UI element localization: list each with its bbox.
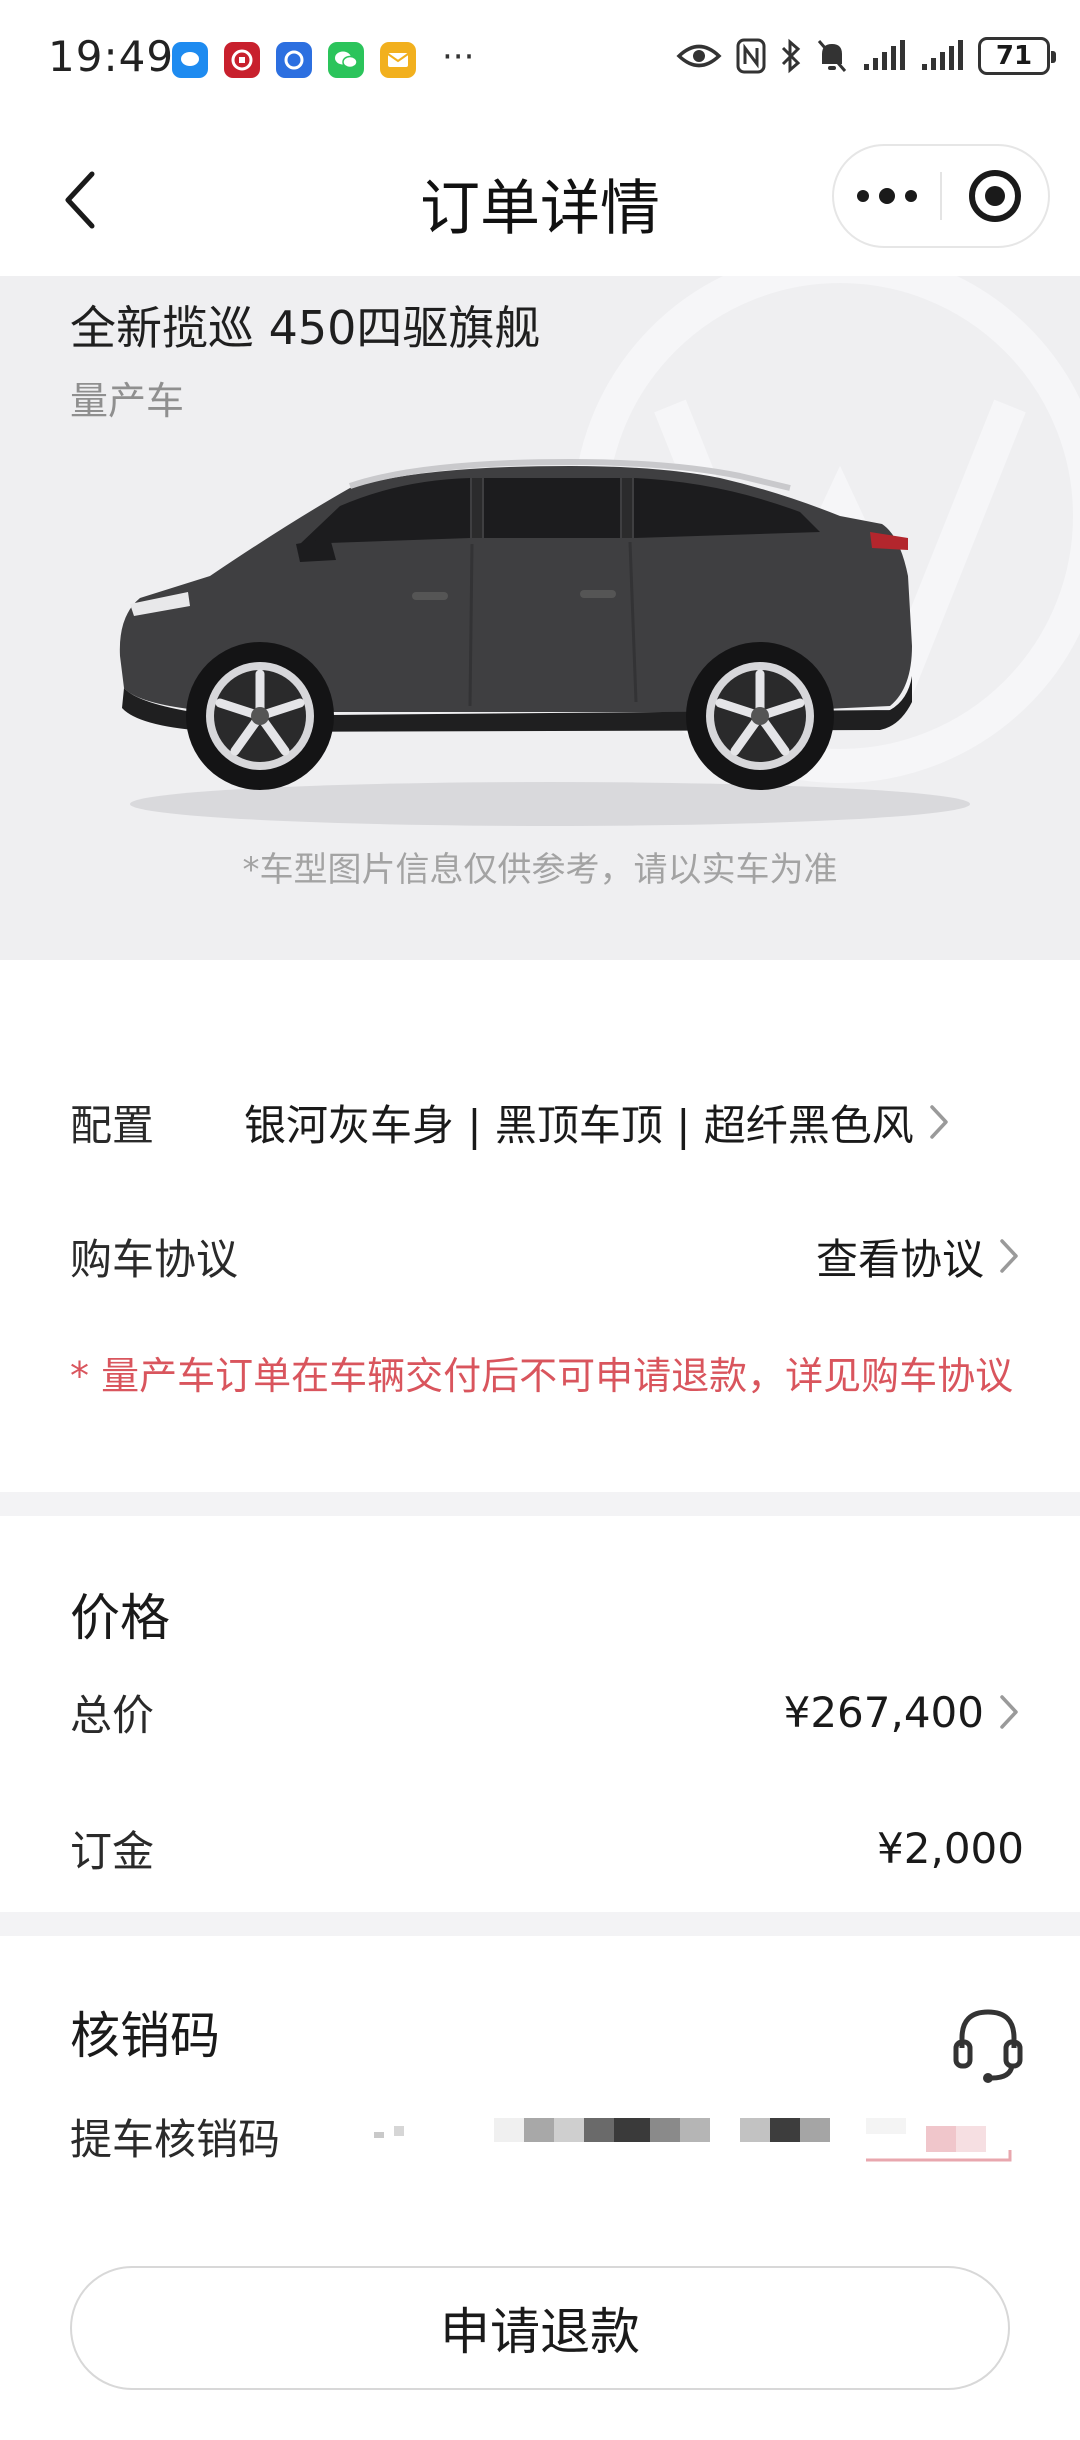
car-image <box>119 458 970 826</box>
chevron-right-icon <box>928 1102 954 1142</box>
mail-icon <box>380 42 416 78</box>
deposit-label: 订金 <box>70 1826 155 1876</box>
price-section-title: 价格 <box>70 1589 170 1647</box>
battery-level: 71 <box>995 41 1033 71</box>
refund-policy-note: * 量产车订单在车辆交付后不可申请退款，详见购车协议 <box>70 1354 1014 1398</box>
view-agreement-link[interactable]: 查看协议 <box>816 1226 984 1287</box>
bank-icon <box>224 42 260 78</box>
verification-section-title: 核销码 <box>70 2007 220 2065</box>
status-time: 19:49 <box>48 32 175 81</box>
vehicle-model-name: 全新揽巡 450四驱旗舰 <box>70 301 541 355</box>
system-icons: 71 <box>676 36 1056 76</box>
agreement-label: 购车协议 <box>70 1234 239 1284</box>
more-dots-icon <box>857 188 917 204</box>
section-divider <box>0 1492 1080 1516</box>
pickup-code-label: 提车核销码 <box>70 2114 281 2164</box>
config-row[interactable]: 配置 银河灰车身 | 黑顶车顶 | 超纤黑色风 <box>70 1082 1024 1162</box>
message-icon <box>172 42 208 78</box>
signal-2-icon <box>920 36 964 76</box>
total-price-label: 总价 <box>70 1690 155 1740</box>
total-price-value: ¥267,400 <box>783 1687 984 1737</box>
image-disclaimer: *车型图片信息仅供参考，请以实车为准 <box>242 850 838 890</box>
total-price-row[interactable]: 总价 ¥267,400 <box>70 1672 1024 1752</box>
eye-icon <box>676 36 722 76</box>
section-divider <box>0 1912 1080 1936</box>
signal-1-icon <box>862 36 906 76</box>
pickup-code-row: 提车核销码 <box>70 2096 280 2176</box>
more-button[interactable] <box>834 146 940 246</box>
customer-service-icon[interactable] <box>952 2004 1024 2084</box>
bottom-action-bar: 申请退款 <box>0 2210 1080 2440</box>
more-notifications-icon: ··· <box>442 37 475 77</box>
purchase-agreement-row[interactable]: 购车协议 查看协议 <box>70 1216 1024 1296</box>
chevron-right-icon <box>998 1236 1024 1276</box>
nav-bar: 订单详情 <box>0 120 1080 276</box>
deposit-value: ¥2,000 <box>877 1823 1024 1873</box>
status-bar: 19:49 ··· 71 <box>0 0 1080 120</box>
config-value: 银河灰车身 | 黑顶车顶 | 超纤黑色风 <box>244 1100 914 1150</box>
vehicle-type: 量产车 <box>70 379 185 423</box>
deposit-row: 订金 ¥2,000 <box>70 1808 1024 1888</box>
wechat-icon <box>328 42 364 78</box>
vehicle-hero: 全新揽巡 450四驱旗舰 量产车 *车型图片信息仅供参考，请以实车为准 <box>0 276 1080 960</box>
app-icon <box>276 42 312 78</box>
close-mini-program-button[interactable] <box>942 146 1048 246</box>
mute-bell-icon <box>816 36 848 76</box>
bluetooth-icon <box>780 36 802 76</box>
config-label: 配置 <box>70 1100 155 1150</box>
battery-icon: 71 <box>978 37 1056 75</box>
redacted-code-mosaic <box>374 2118 1012 2162</box>
target-close-icon <box>968 170 1021 222</box>
nfc-icon <box>736 36 766 76</box>
mini-program-capsule <box>832 144 1050 248</box>
notification-icons: ··· <box>172 37 475 78</box>
chevron-right-icon <box>998 1692 1024 1732</box>
apply-refund-button[interactable]: 申请退款 <box>70 2266 1010 2390</box>
